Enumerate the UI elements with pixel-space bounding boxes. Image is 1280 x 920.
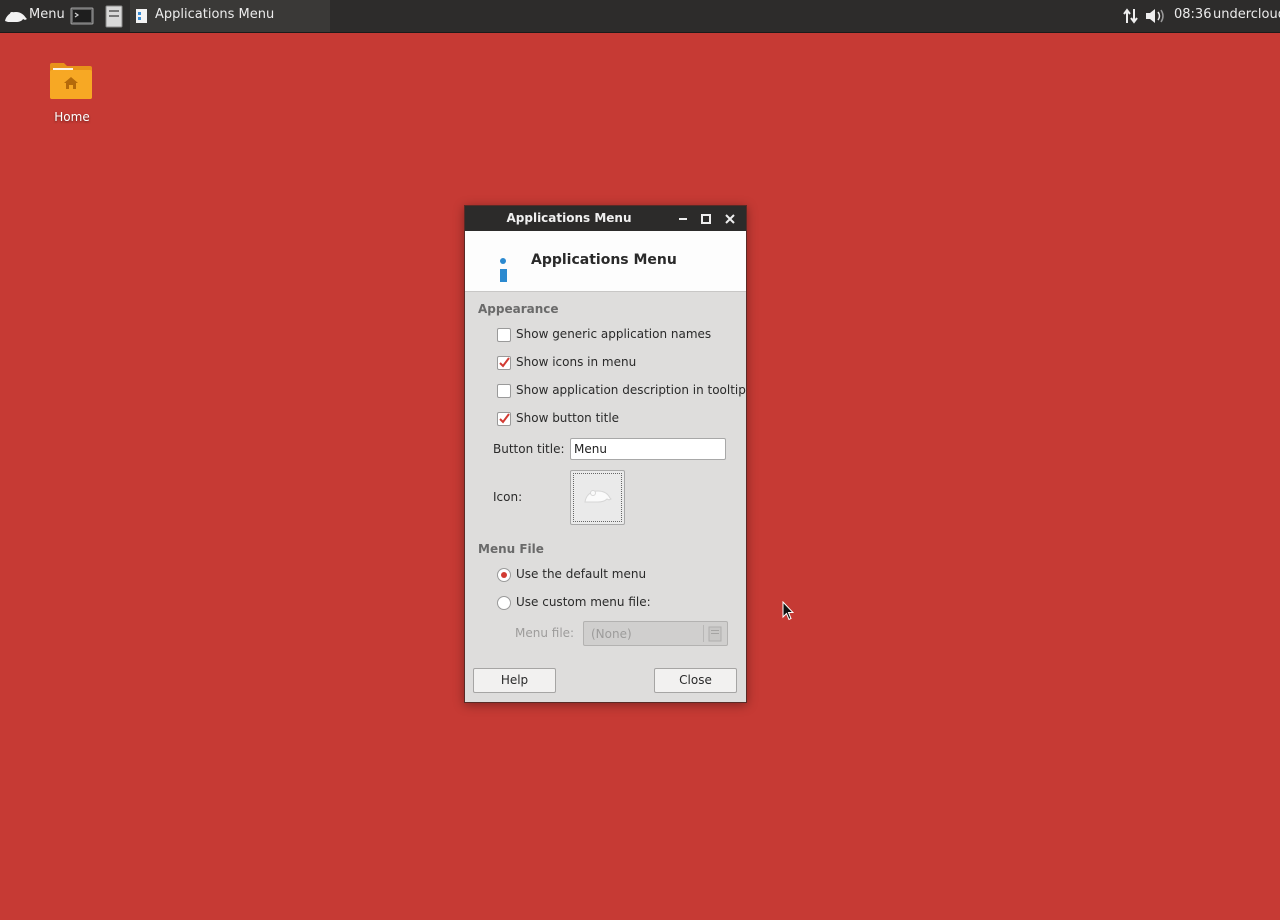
close-icon — [725, 214, 735, 224]
minimize-icon — [679, 218, 687, 220]
home-folder-icon — [50, 63, 92, 99]
default-menu-label: Use the default menu — [516, 567, 647, 581]
combo-separator — [703, 625, 704, 642]
icon-chooser-button[interactable] — [570, 470, 625, 525]
checkmark-icon — [499, 413, 510, 424]
settings-app-icon — [135, 8, 149, 28]
home-label: Home — [54, 110, 90, 124]
user-name[interactable]: undercloud — [1213, 7, 1280, 22]
maximize-icon — [701, 214, 711, 224]
show-icons-label: Show icons in menu — [516, 355, 637, 369]
button-title-input[interactable] — [570, 438, 726, 460]
custom-menu-radio[interactable] — [497, 596, 511, 610]
info-icon — [498, 257, 508, 286]
terminal-icon — [70, 7, 94, 25]
applications-menu-dialog: Applications Menu Applications Menu Appe… — [464, 205, 747, 703]
show-button-title-checkbox[interactable] — [497, 412, 511, 426]
dialog-header: Applications Menu — [465, 231, 746, 292]
custom-menu-label: Use custom menu file: — [516, 595, 651, 609]
icon-label: Icon: — [493, 490, 523, 504]
menu-label: Menu — [29, 7, 65, 22]
menu-file-value: (None) — [591, 627, 632, 641]
mouse-cursor-icon — [782, 601, 794, 621]
window-titlebar[interactable]: Applications Menu — [465, 206, 746, 231]
taskbar-item-applications-menu[interactable]: Applications Menu — [130, 0, 330, 32]
description-tooltip-checkbox[interactable] — [497, 384, 511, 398]
xfce-mouse-icon — [584, 490, 612, 503]
button-title-label: Button title: — [493, 442, 565, 456]
menu-file-label: Menu file: — [515, 626, 575, 640]
description-tooltip-label: Show application description in tooltip — [516, 383, 746, 397]
taskbar-item-label: Applications Menu — [155, 7, 275, 22]
close-button[interactable]: Close — [654, 668, 737, 693]
radio-selected-dot — [501, 572, 507, 578]
xfce-mouse-icon — [4, 10, 28, 27]
file-manager-launcher[interactable] — [102, 4, 126, 28]
top-panel: Menu Applications Menu 08:36 undercloud — [0, 0, 1280, 33]
show-icons-checkbox[interactable] — [497, 356, 511, 370]
generic-names-label: Show generic application names — [516, 327, 712, 341]
window-title: Applications Menu — [506, 211, 632, 225]
applications-menu-button[interactable]: Menu — [0, 0, 66, 32]
menu-file-chooser[interactable]: (None) — [583, 621, 728, 646]
checkmark-icon — [499, 357, 510, 368]
file-manager-icon — [105, 5, 123, 28]
volume-icon[interactable] — [1144, 7, 1166, 29]
clock[interactable]: 08:36 — [1174, 7, 1211, 22]
show-button-title-label: Show button title — [516, 411, 620, 425]
close-window-button[interactable] — [721, 210, 739, 228]
appearance-heading: Appearance — [478, 302, 559, 316]
network-icon[interactable] — [1122, 7, 1140, 29]
minimize-button[interactable] — [674, 210, 692, 228]
default-menu-radio[interactable] — [497, 568, 511, 582]
document-icon — [708, 626, 722, 645]
maximize-button[interactable] — [697, 210, 715, 228]
dialog-heading: Applications Menu — [531, 252, 677, 268]
generic-names-checkbox[interactable] — [497, 328, 511, 342]
terminal-launcher[interactable] — [70, 4, 94, 28]
menu-file-heading: Menu File — [478, 542, 544, 556]
help-button[interactable]: Help — [473, 668, 556, 693]
